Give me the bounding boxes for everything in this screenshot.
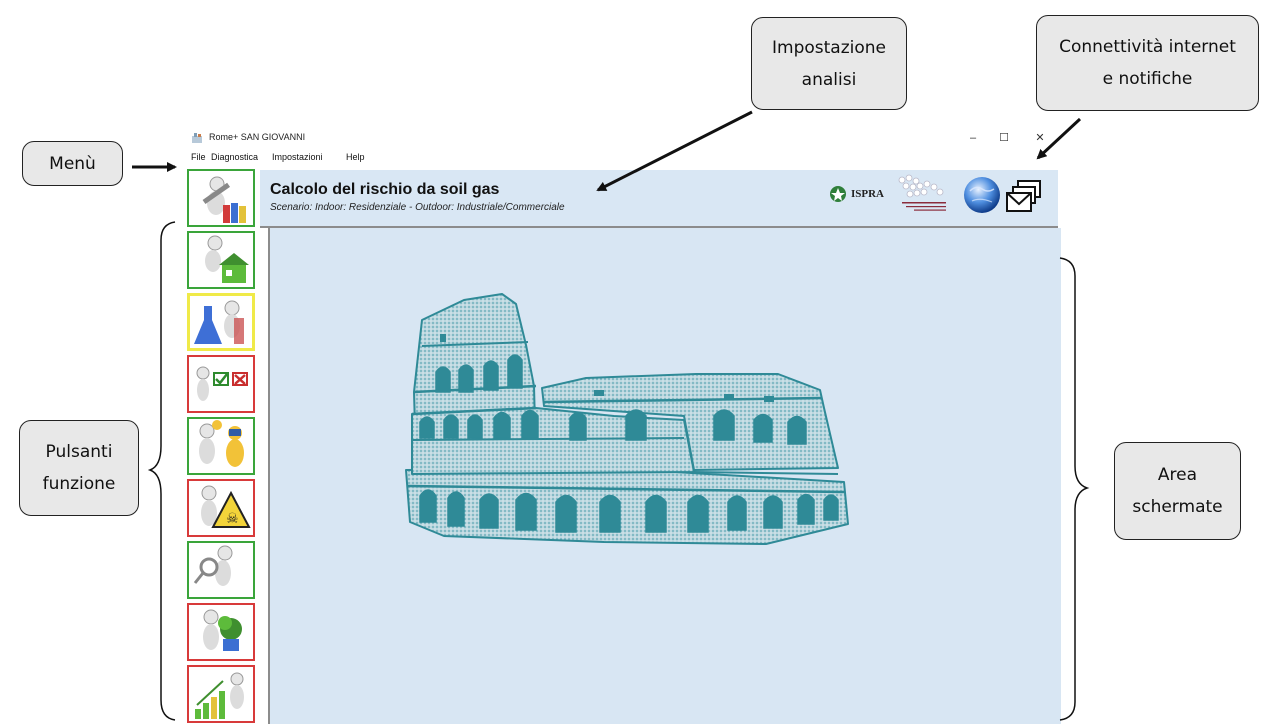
growth-chart-icon [195, 672, 244, 719]
callout-screen-area: Area schermate [1114, 442, 1241, 540]
function-button-house[interactable] [187, 231, 255, 289]
app-icon [192, 133, 202, 143]
hazmat-worker-icon [199, 420, 244, 467]
network-logo [898, 174, 946, 211]
globe-icon[interactable] [962, 175, 1002, 215]
callout-menu-text: Menù [49, 153, 96, 174]
app-window: Rome+ SAN GIOVANNI – ☐ ✕ File Diagnostic… [184, 127, 1061, 724]
analysis-scenario: Scenario: Indoor: Residenziale - Outdoor… [270, 202, 565, 213]
callout-buttons-line1: Pulsanti [45, 442, 113, 462]
analysis-header: Calcolo del rischio da soil gas Scenario… [260, 170, 1058, 228]
brace-left [147, 221, 176, 721]
function-button-hazmat[interactable] [187, 417, 255, 475]
function-button-tools[interactable] [187, 169, 255, 227]
menu-diagnostica[interactable]: Diagnostica [211, 152, 258, 162]
menu-file[interactable]: File [191, 152, 206, 162]
function-button-magnifier[interactable] [187, 541, 255, 599]
lab-flask-icon [194, 300, 244, 344]
function-button-plant[interactable] [187, 603, 255, 661]
callout-analysis-line2: analisi [801, 69, 857, 90]
menu-help[interactable]: Help [346, 152, 365, 162]
callout-connectivity: Connettività internet e notifiche [1036, 15, 1259, 111]
window-title: Rome+ SAN GIOVANNI [209, 132, 306, 142]
brace-right [1059, 257, 1090, 721]
ispra-logo: ISPRA [828, 184, 884, 204]
plant-icon [203, 609, 242, 651]
analysis-title: Calcolo del rischio da soil gas [270, 181, 500, 198]
callout-buttons-line2: funzione [42, 474, 116, 494]
callout-connectivity-line2: e notifiche [1102, 69, 1193, 89]
callout-area-line1: Area [1157, 465, 1198, 485]
function-buttons-sidebar: ☠ [186, 169, 258, 724]
screen-area [268, 228, 1061, 724]
notification-mail-icon[interactable] [1004, 179, 1044, 215]
callout-analysis-settings: Impostazione analisi [751, 17, 907, 110]
callout-function-buttons: Pulsanti funzione [19, 420, 139, 516]
magnifier-icon [193, 545, 233, 586]
checklist-icon [196, 366, 248, 401]
tools-books-icon [202, 176, 246, 223]
maximize-button[interactable]: ☐ [994, 130, 1014, 146]
menu-impostazioni[interactable]: Impostazioni [272, 152, 323, 162]
menu-bar: File Diagnostica Impostazioni Help [184, 149, 1059, 166]
function-button-growth[interactable] [187, 665, 255, 723]
hazard-warning-icon: ☠ [201, 485, 251, 528]
callout-area-line2: schermate [1132, 497, 1223, 517]
callout-analysis-line1: Impostazione [772, 37, 886, 58]
function-button-hazard[interactable]: ☠ [187, 479, 255, 537]
minimize-button[interactable]: – [963, 130, 983, 146]
callout-connectivity-line1: Connettività internet [1059, 37, 1236, 57]
svg-text:☠: ☠ [226, 511, 239, 527]
function-button-checklist[interactable] [187, 355, 255, 413]
close-button[interactable]: ✕ [1030, 130, 1050, 146]
title-bar: Rome+ SAN GIOVANNI – ☐ ✕ [184, 127, 1059, 149]
callout-menu: Menù [22, 141, 123, 186]
colosseum-illustration [405, 293, 849, 545]
function-button-lab[interactable] [187, 293, 255, 351]
ispra-emblem-icon [830, 186, 846, 202]
ispra-label: ISPRA [851, 188, 885, 200]
house-icon [205, 235, 249, 283]
